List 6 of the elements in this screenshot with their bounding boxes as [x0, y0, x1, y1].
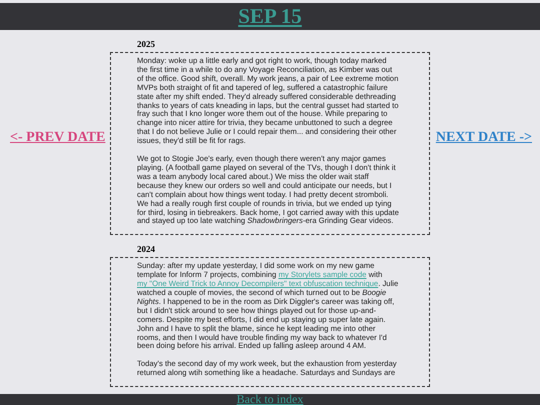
year-heading: 2025 [137, 39, 156, 49]
prev-date-link[interactable]: <- PREV DATE [10, 130, 106, 146]
back-to-index-link[interactable]: Back to index [236, 394, 304, 405]
next-date-link[interactable]: NEXT DATE -> [436, 130, 532, 146]
date-title-link[interactable]: SEP 15 [238, 4, 302, 29]
year-heading: 2024 [137, 244, 156, 254]
